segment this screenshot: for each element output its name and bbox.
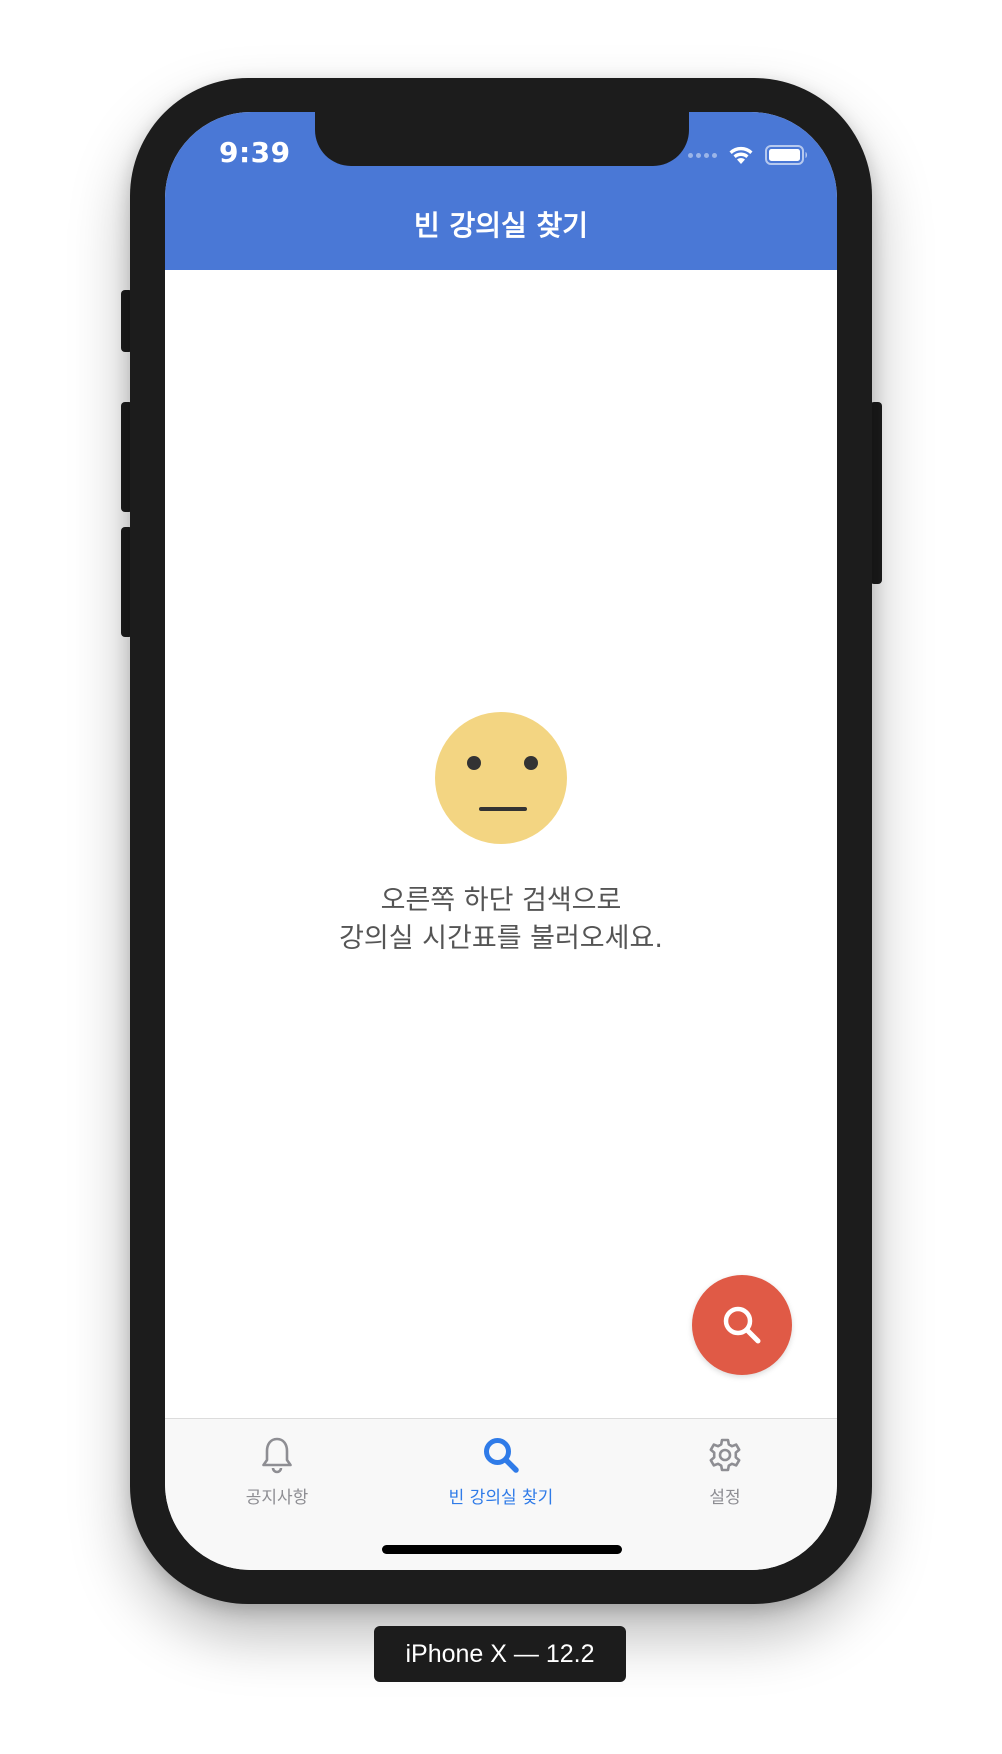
tab-settings-label: 설정 xyxy=(709,1488,741,1508)
simulator-device-label: iPhone X — 12.2 xyxy=(374,1626,626,1682)
bell-icon xyxy=(262,1437,292,1474)
app-screen: 9:39 빈 강의실 찾기 오른쪽 하단 검색으로 강의실 시간표를 불러오세요… xyxy=(165,112,837,1570)
neutral-face-icon xyxy=(435,712,567,844)
status-indicators xyxy=(688,144,809,166)
page-title: 빈 강의실 찾기 xyxy=(413,209,589,242)
battery-icon xyxy=(765,145,807,165)
search-icon xyxy=(484,1438,519,1473)
empty-state-message: 오른쪽 하단 검색으로 강의실 시간표를 불러오세요. xyxy=(165,882,837,958)
tab-find-empty-room[interactable]: 빈 강의실 찾기 xyxy=(389,1435,613,1508)
status-time: 9:39 xyxy=(219,136,291,169)
tab-notices-label: 공지사항 xyxy=(245,1488,309,1508)
tab-notices[interactable]: 공지사항 xyxy=(165,1435,389,1508)
search-icon xyxy=(723,1306,761,1344)
wifi-icon xyxy=(729,146,753,164)
gear-icon xyxy=(709,1438,741,1472)
device-notch xyxy=(315,112,689,166)
home-indicator[interactable] xyxy=(382,1545,622,1554)
navigation-header: 9:39 빈 강의실 찾기 xyxy=(165,112,837,270)
cellular-signal-icon xyxy=(688,152,717,158)
tab-settings[interactable]: 설정 xyxy=(613,1435,837,1508)
empty-state-line-2: 강의실 시간표를 불러오세요. xyxy=(339,923,663,954)
empty-state: 오른쪽 하단 검색으로 강의실 시간표를 불러오세요. xyxy=(165,712,837,958)
search-fab-button[interactable] xyxy=(692,1275,792,1375)
tab-find-empty-room-label: 빈 강의실 찾기 xyxy=(448,1488,554,1508)
empty-state-line-1: 오른쪽 하단 검색으로 xyxy=(380,885,622,916)
